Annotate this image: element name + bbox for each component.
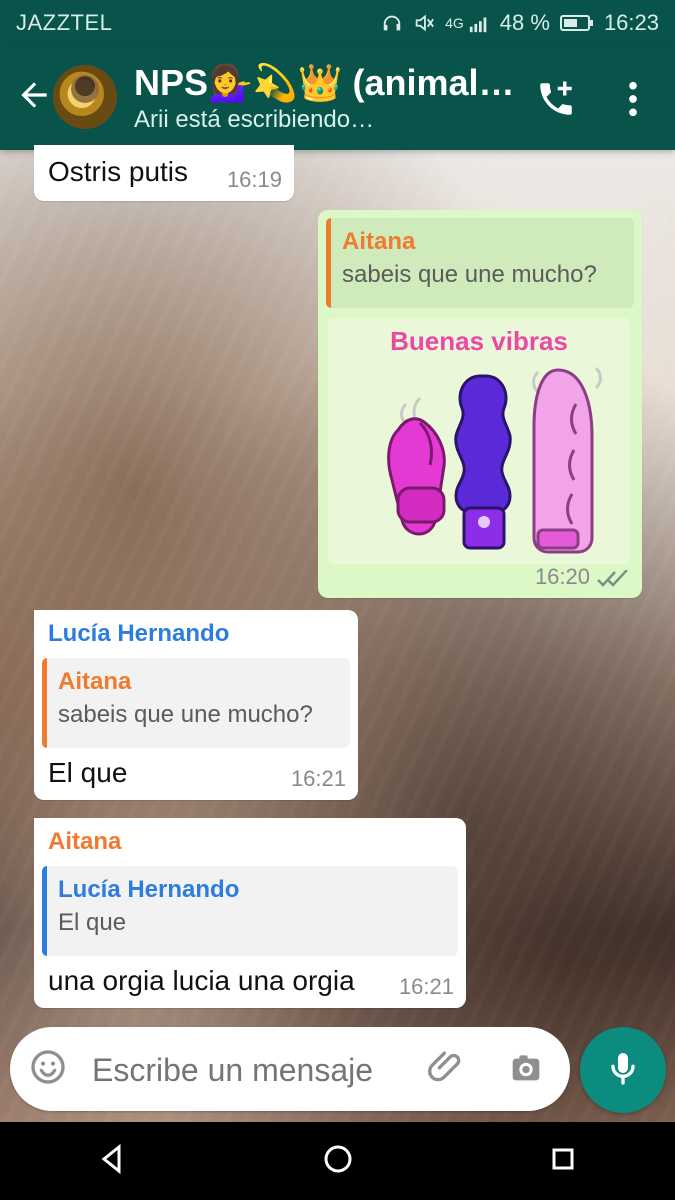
system-navigation-bar — [0, 1122, 675, 1200]
nav-recents-icon — [545, 1141, 581, 1182]
mic-icon — [603, 1048, 643, 1093]
nav-home-button[interactable] — [298, 1131, 378, 1191]
sender-name: Aitana — [48, 828, 122, 855]
carrier-name: JAZZTEL — [16, 9, 113, 35]
message-text: Ostris putis — [48, 156, 189, 187]
attach-button[interactable] — [418, 1045, 474, 1093]
message-time: 16:21 — [398, 974, 454, 999]
message-bubble-incoming[interactable]: Aitana Lucía Hernando El que una orgia l… — [34, 818, 466, 1008]
mic-button[interactable] — [580, 1027, 666, 1113]
message-text: El que — [48, 757, 128, 788]
more-vert-icon — [620, 79, 646, 124]
message-text: una orgia lucia una orgia — [48, 965, 355, 996]
nav-recents-button[interactable] — [523, 1131, 603, 1191]
quoted-message[interactable]: Lucía Hernando El que — [42, 866, 458, 956]
typing-status: Arii está escribiendo… — [134, 106, 375, 133]
message-time: 16:20 — [534, 564, 590, 589]
message-bubble-incoming[interactable]: Ostris putis 16:19 — [34, 145, 294, 201]
add-call-button[interactable] — [530, 75, 582, 127]
quoted-message[interactable]: Aitana sabeis que une mucho? — [42, 658, 350, 748]
status-bar: JAZZTEL 4G 48 % 16:23 — [0, 0, 675, 45]
paperclip-icon — [426, 1047, 466, 1092]
back-button[interactable] — [10, 73, 58, 121]
camera-icon — [506, 1047, 546, 1092]
quoted-sender: Aitana — [342, 228, 416, 255]
message-time: 16:19 — [226, 167, 282, 192]
emoji-icon — [28, 1047, 68, 1092]
status-icons: 4G 48 % 16:23 — [381, 10, 659, 36]
clock: 16:23 — [603, 9, 659, 35]
add-call-icon — [535, 78, 577, 125]
message-composer — [10, 1027, 570, 1111]
emoji-button[interactable] — [26, 1047, 70, 1091]
network-type: 4G — [445, 14, 464, 31]
battery-percent: 48 % — [499, 9, 550, 35]
muted-icon — [413, 12, 435, 34]
image-illustration — [387, 366, 602, 554]
quoted-text: sabeis que une mucho? — [58, 701, 313, 728]
headphones-icon — [381, 12, 403, 34]
sender-name: Lucía Hernando — [48, 620, 230, 647]
message-bubble-outgoing[interactable]: Aitana sabeis que une mucho? Buenas vibr… — [318, 210, 642, 598]
more-options-button[interactable] — [608, 75, 658, 127]
message-input[interactable] — [90, 1045, 414, 1095]
group-avatar[interactable] — [53, 65, 117, 129]
chat-title[interactable]: NPS💁‍♀️💫👑 (animalist… — [134, 63, 524, 103]
quoted-text: El que — [58, 909, 127, 936]
nav-home-icon — [320, 1141, 356, 1182]
message-bubble-incoming[interactable]: Lucía Hernando Aitana sabeis que une muc… — [34, 610, 358, 800]
signal-icon — [468, 12, 490, 34]
camera-button[interactable] — [498, 1045, 554, 1093]
quoted-text: sabeis que une mucho? — [342, 261, 597, 288]
quoted-message[interactable]: Aitana sabeis que une mucho? — [326, 218, 634, 308]
back-arrow-icon — [15, 76, 53, 119]
message-image[interactable]: Buenas vibras — [328, 318, 630, 564]
quoted-sender: Lucía Hernando — [58, 876, 240, 903]
read-receipt-icon — [596, 569, 630, 588]
quoted-sender: Aitana — [58, 668, 132, 695]
nav-back-button[interactable] — [73, 1131, 153, 1191]
battery-icon — [559, 12, 594, 34]
nav-back-icon — [95, 1141, 131, 1182]
chat-header: NPS💁‍♀️💫👑 (animalist… Arii está escribie… — [0, 45, 675, 150]
message-time: 16:21 — [290, 766, 346, 791]
